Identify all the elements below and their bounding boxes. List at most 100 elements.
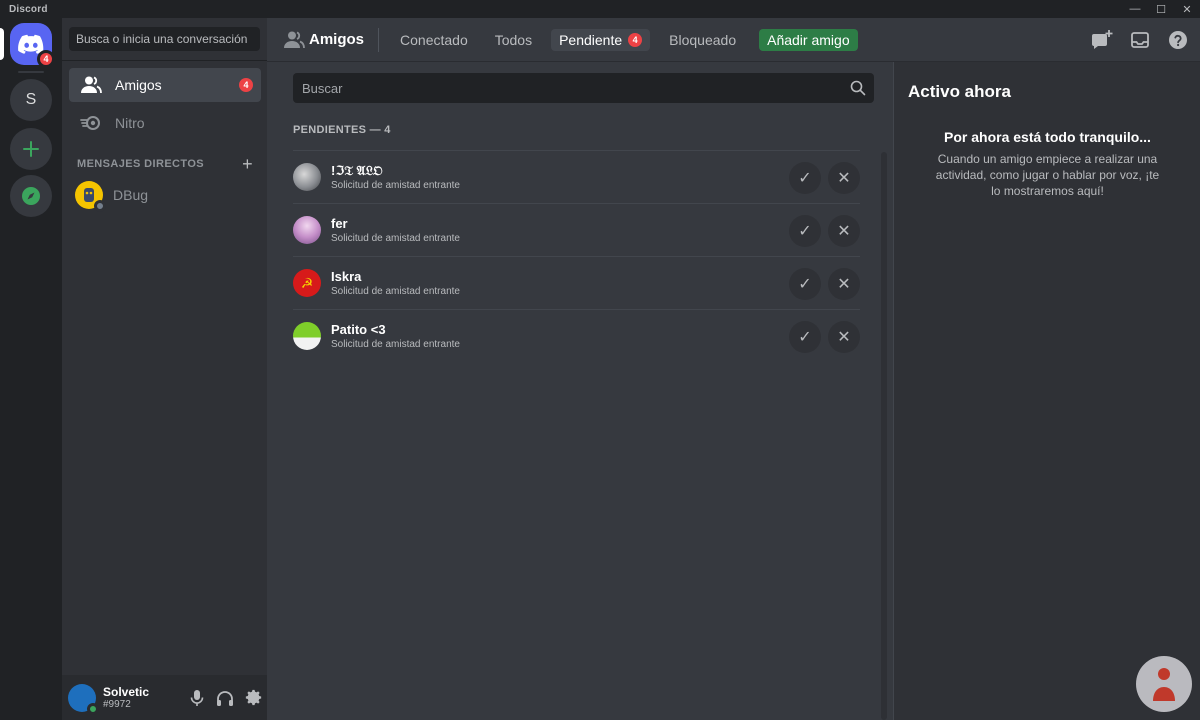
sidebar-item-nitro[interactable]: Nitro — [69, 106, 261, 140]
watermark-logo — [1136, 656, 1192, 712]
compass-icon — [22, 187, 40, 205]
new-group-dm-icon — [1092, 30, 1113, 49]
dm-item-dbug[interactable]: DBug — [69, 178, 261, 212]
new-group-dm-button[interactable] — [1090, 28, 1114, 52]
find-conversation-button[interactable]: Busca o inicia una conversación — [69, 27, 260, 51]
empty-state-description: Cuando un amigo empiece a realizar una a… — [935, 152, 1160, 198]
page-title: Amigos — [309, 31, 365, 48]
friends-badge: 4 — [239, 78, 253, 92]
sidebar-item-label: Amigos — [115, 77, 162, 93]
request-info: Iskra Solicitud de amistad entrante — [331, 269, 460, 298]
friend-request-row[interactable]: ☭ Iskra Solicitud de amistad entrante ✓ … — [293, 256, 860, 309]
friends-search-input[interactable] — [302, 80, 850, 96]
server-s[interactable]: S — [10, 79, 52, 121]
request-actions: ✓ ✕ — [789, 268, 860, 300]
reject-button[interactable]: ✕ — [828, 268, 860, 300]
request-info: fer Solicitud de amistad entrante — [331, 216, 460, 245]
selected-pill — [0, 28, 4, 60]
request-actions: ✓ ✕ — [789, 321, 860, 353]
create-dm-button[interactable]: + — [242, 155, 253, 173]
dm-sidebar: Busca o inicia una conversación Amigos 4… — [62, 18, 267, 720]
request-info: Patito <3 Solicitud de amistad entrante — [331, 322, 460, 351]
friend-name: Patito <3 — [331, 321, 386, 337]
rail-separator — [18, 71, 44, 73]
sidebar-divider — [62, 60, 267, 61]
dm-name: DBug — [113, 187, 149, 203]
request-info: !ℑ𝔗 𝔄𝔏𝔒 Solicitud de amistad entrante — [331, 163, 460, 192]
friend-name: fer — [331, 215, 348, 231]
friend-name: !ℑ𝔗 𝔄𝔏𝔒 — [331, 162, 383, 178]
avatar: ☭ — [293, 269, 321, 297]
deafen-button[interactable] — [213, 686, 237, 710]
gear-icon — [245, 689, 261, 706]
add-server-button[interactable] — [10, 128, 52, 170]
avatar[interactable] — [68, 683, 99, 715]
toolbar-divider — [378, 27, 380, 52]
pending-friends-content: PENDIENTES — 4 !ℑ𝔗 𝔄𝔏𝔒 Solicitud de amis… — [267, 62, 893, 720]
username: Solvetic — [103, 684, 150, 699]
accept-button[interactable]: ✓ — [789, 321, 821, 353]
active-now-title: Activo ahora — [908, 82, 1011, 101]
user-panel: Solvetic #9972 — [62, 675, 267, 720]
pending-section-title: PENDIENTES — 4 — [293, 124, 391, 136]
discord-app: Discord — ☐ ✕ 4 S Busca o inicia una con… — [0, 0, 1200, 720]
inbox-button[interactable] — [1128, 28, 1152, 52]
user-controls — [185, 686, 265, 710]
request-subtitle: Solicitud de amistad entrante — [331, 179, 460, 191]
accept-button[interactable]: ✓ — [789, 162, 821, 194]
friends-search-box — [293, 73, 874, 103]
friends-toolbar: Amigos Conectado Todos Pendiente 4 Bloqu… — [267, 18, 1200, 62]
home-button[interactable]: 4 — [10, 23, 55, 68]
help-icon — [1169, 31, 1187, 49]
accept-button[interactable]: ✓ — [789, 268, 821, 300]
direct-messages-header: MENSAJES DIRECTOS + — [77, 155, 253, 173]
headphones-icon — [217, 690, 233, 706]
reject-button[interactable]: ✕ — [828, 162, 860, 194]
explore-servers-button[interactable] — [10, 175, 52, 217]
friend-request-row[interactable]: fer Solicitud de amistad entrante ✓ ✕ — [293, 203, 860, 256]
friend-request-row[interactable]: !ℑ𝔗 𝔄𝔏𝔒 Solicitud de amistad entrante ✓ … — [293, 150, 860, 203]
direct-messages-label: MENSAJES DIRECTOS — [77, 158, 205, 170]
sidebar-item-label: Nitro — [115, 115, 145, 131]
server-rail: 4 S — [0, 18, 62, 720]
sidebar-item-friends[interactable]: Amigos 4 — [69, 68, 261, 102]
request-subtitle: Solicitud de amistad entrante — [331, 232, 460, 244]
reject-button[interactable]: ✕ — [828, 215, 860, 247]
accept-button[interactable]: ✓ — [789, 215, 821, 247]
help-button[interactable] — [1166, 28, 1190, 52]
friends-icon — [282, 28, 306, 52]
maximize-button[interactable]: ☐ — [1148, 0, 1174, 18]
toolbar-actions — [1090, 28, 1190, 52]
tab-pendiente[interactable]: Pendiente 4 — [551, 28, 651, 51]
microphone-icon — [190, 689, 204, 706]
minimize-button[interactable]: — — [1122, 0, 1148, 18]
pending-badge: 4 — [628, 32, 643, 47]
nitro-icon — [79, 111, 103, 135]
tab-conectado[interactable]: Conectado — [392, 29, 476, 51]
request-actions: ✓ ✕ — [789, 215, 860, 247]
user-info[interactable]: Solvetic #9972 — [103, 685, 185, 711]
user-tag: #9972 — [103, 698, 131, 710]
avatar — [293, 322, 321, 350]
plus-icon — [23, 141, 39, 157]
reject-button[interactable]: ✕ — [828, 321, 860, 353]
tab-bloqueado[interactable]: Bloqueado — [661, 29, 744, 51]
active-now-panel: Activo ahora Por ahora está todo tranqui… — [893, 62, 1200, 720]
tab-label: Pendiente — [559, 31, 623, 48]
home-badge: 4 — [37, 50, 55, 68]
tab-todos[interactable]: Todos — [487, 29, 540, 51]
title-bar: Discord — ☐ ✕ — [0, 0, 1200, 18]
window-controls: — ☐ ✕ — [1122, 0, 1200, 18]
avatar — [293, 163, 321, 191]
list-scrollbar[interactable] — [881, 152, 887, 720]
empty-state-title: Por ahora está todo tranquilo... — [944, 129, 1151, 145]
friends-icon — [79, 73, 103, 97]
settings-button[interactable] — [241, 686, 265, 710]
request-subtitle: Solicitud de amistad entrante — [331, 285, 460, 297]
add-friend-button[interactable]: Añadir amigo — [759, 28, 858, 51]
pending-list: !ℑ𝔗 𝔄𝔏𝔒 Solicitud de amistad entrante ✓ … — [293, 150, 860, 362]
friend-request-row[interactable]: Patito <3 Solicitud de amistad entrante … — [293, 309, 860, 362]
mute-button[interactable] — [185, 686, 209, 710]
close-button[interactable]: ✕ — [1174, 0, 1200, 18]
request-actions: ✓ ✕ — [789, 162, 860, 194]
